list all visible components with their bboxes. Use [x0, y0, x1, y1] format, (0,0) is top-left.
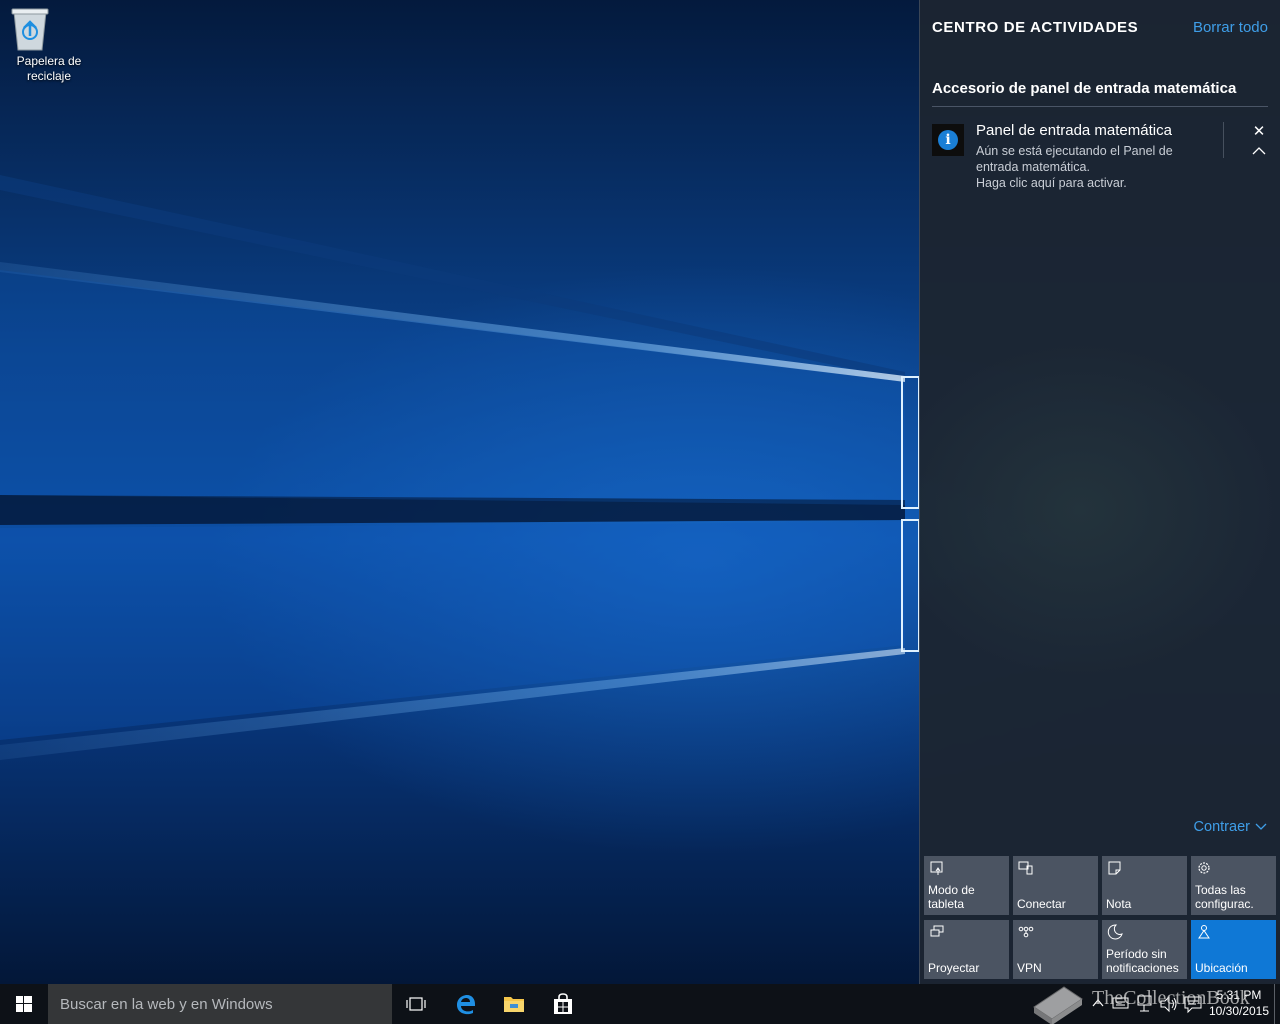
- chevron-down-icon: [1254, 819, 1268, 835]
- notification-item[interactable]: i Panel de entrada matemática Aún se est…: [932, 122, 1270, 192]
- notification-body: Aún se está ejecutando el Panel de entra…: [976, 143, 1216, 191]
- quick-action-label-line2: Ubicación: [1195, 961, 1248, 975]
- vpn-icon: [1018, 926, 1034, 938]
- notification-title: Panel de entrada matemática: [976, 122, 1172, 139]
- tablet-mode-icon: [930, 861, 943, 875]
- close-icon[interactable]: ✕: [1249, 122, 1269, 140]
- chevron-up-icon[interactable]: [1249, 142, 1269, 160]
- quick-action-label: Período sin notificaciones: [1106, 947, 1184, 975]
- quick-action-label: VPN: [1017, 961, 1095, 975]
- tray-keyboard-button[interactable]: [1110, 984, 1132, 1024]
- recycle-bin-label-line2: reciclaje: [26, 69, 71, 83]
- search-box[interactable]: Buscar en la web y en Windows: [48, 984, 392, 1024]
- quick-action-all-settings[interactable]: Todas las configurac.: [1191, 856, 1276, 915]
- windows-logo-icon: [16, 996, 32, 1012]
- quick-action-label-line2: configurac.: [1195, 897, 1254, 911]
- quick-action-note[interactable]: Nota: [1102, 856, 1187, 915]
- volume-button[interactable]: [1158, 984, 1180, 1024]
- taskbar: Buscar en la web y en Windows 5:31 PM 10…: [0, 984, 1280, 1024]
- speaker-icon: [1160, 995, 1177, 1013]
- keyboard-icon: [1112, 997, 1129, 1009]
- quick-action-label-line2: tableta: [928, 897, 965, 911]
- show-hidden-icons-button[interactable]: [1090, 984, 1106, 1024]
- edge-browser-button[interactable]: [442, 984, 490, 1024]
- quick-action-label: Ubicación: [1195, 961, 1273, 975]
- store-button[interactable]: [539, 984, 587, 1024]
- quick-action-project[interactable]: Proyectar: [924, 920, 1009, 979]
- quick-action-location[interactable]: Ubicación: [1191, 920, 1276, 979]
- notification-divider: [1223, 122, 1224, 158]
- project-icon: [930, 925, 944, 937]
- recycle-bin-shortcut[interactable]: Papelera de reciclaje: [10, 6, 88, 84]
- notification-body-line: Haga clic aquí para activar.: [976, 176, 1127, 190]
- task-view-icon: [406, 997, 426, 1011]
- quick-action-tablet-mode[interactable]: Modo de tableta: [924, 856, 1009, 915]
- clear-all-link[interactable]: Borrar todo: [1193, 19, 1268, 36]
- notification-body-line: Aún se está ejecutando el Panel de: [976, 144, 1173, 158]
- recycle-bin-label: Papelera de reciclaje: [10, 54, 88, 84]
- quick-action-label: Nota: [1106, 897, 1184, 911]
- quick-action-label: Todas las configurac.: [1195, 883, 1273, 911]
- recycle-bin-label-line1: Papelera de: [16, 54, 82, 68]
- action-center-button[interactable]: [1182, 984, 1204, 1024]
- network-button[interactable]: [1134, 984, 1156, 1024]
- clock[interactable]: 5:31 PM 10/30/2015: [1206, 987, 1272, 1019]
- panel-background-blur: [920, 320, 1280, 740]
- start-button[interactable]: [0, 984, 48, 1024]
- info-icon: i: [938, 130, 958, 150]
- settings-gear-icon: [1198, 862, 1210, 874]
- note-icon: [1108, 861, 1121, 875]
- show-desktop-button[interactable]: [1274, 984, 1280, 1024]
- message-icon: [1184, 996, 1202, 1014]
- quick-action-label: Proyectar: [928, 961, 1006, 975]
- quick-action-label-line2: VPN: [1017, 961, 1042, 975]
- clock-time: 5:31 PM: [1216, 988, 1262, 1002]
- quick-actions-grid: Modo de tableta Conectar Nota Todas las co…: [924, 856, 1280, 980]
- recycle-bin-icon: [11, 6, 69, 52]
- quick-action-quiet-hours[interactable]: Período sin notificaciones: [1102, 920, 1187, 979]
- location-icon: [1198, 925, 1210, 939]
- action-center-title: CENTRO DE ACTIVIDADES: [932, 19, 1139, 36]
- collapse-button[interactable]: Contraer: [1194, 819, 1268, 835]
- clock-date: 10/30/2015: [1208, 1004, 1270, 1018]
- chevron-up-icon: [1092, 999, 1104, 1007]
- store-bag-icon: [554, 993, 572, 1014]
- quick-action-label: Conectar: [1017, 897, 1095, 911]
- quick-action-label-line1: Todas las: [1195, 883, 1246, 897]
- file-explorer-button[interactable]: [490, 984, 538, 1024]
- quick-action-label-line1: Período sin: [1106, 947, 1167, 961]
- quick-action-label-line2: Proyectar: [928, 961, 980, 975]
- edge-icon: [457, 995, 475, 1015]
- quick-action-label-line2: Conectar: [1017, 897, 1066, 911]
- app-icon: i: [932, 124, 964, 156]
- quick-action-label-line2: notificaciones: [1106, 961, 1179, 975]
- search-placeholder: Buscar en la web y en Windows: [60, 996, 273, 1013]
- collapse-label: Contraer: [1193, 819, 1250, 835]
- network-icon: [1137, 995, 1152, 1012]
- quick-action-vpn[interactable]: VPN: [1013, 920, 1098, 979]
- quick-action-label: Modo de tableta: [928, 883, 1006, 911]
- quick-action-label-line1: Modo de: [928, 883, 975, 897]
- quiet-hours-moon-icon: [1107, 924, 1123, 940]
- notification-body-line: entrada matemática.: [976, 160, 1090, 174]
- connect-icon: [1018, 861, 1033, 875]
- action-center-panel: CENTRO DE ACTIVIDADES Borrar todo Acceso…: [919, 0, 1280, 984]
- task-view-button[interactable]: [392, 984, 440, 1024]
- quick-action-connect[interactable]: Conectar: [1013, 856, 1098, 915]
- notification-group-title: Accesorio de panel de entrada matemática: [932, 80, 1268, 107]
- quick-action-label-line2: Nota: [1106, 897, 1132, 911]
- folder-icon: [504, 997, 524, 1012]
